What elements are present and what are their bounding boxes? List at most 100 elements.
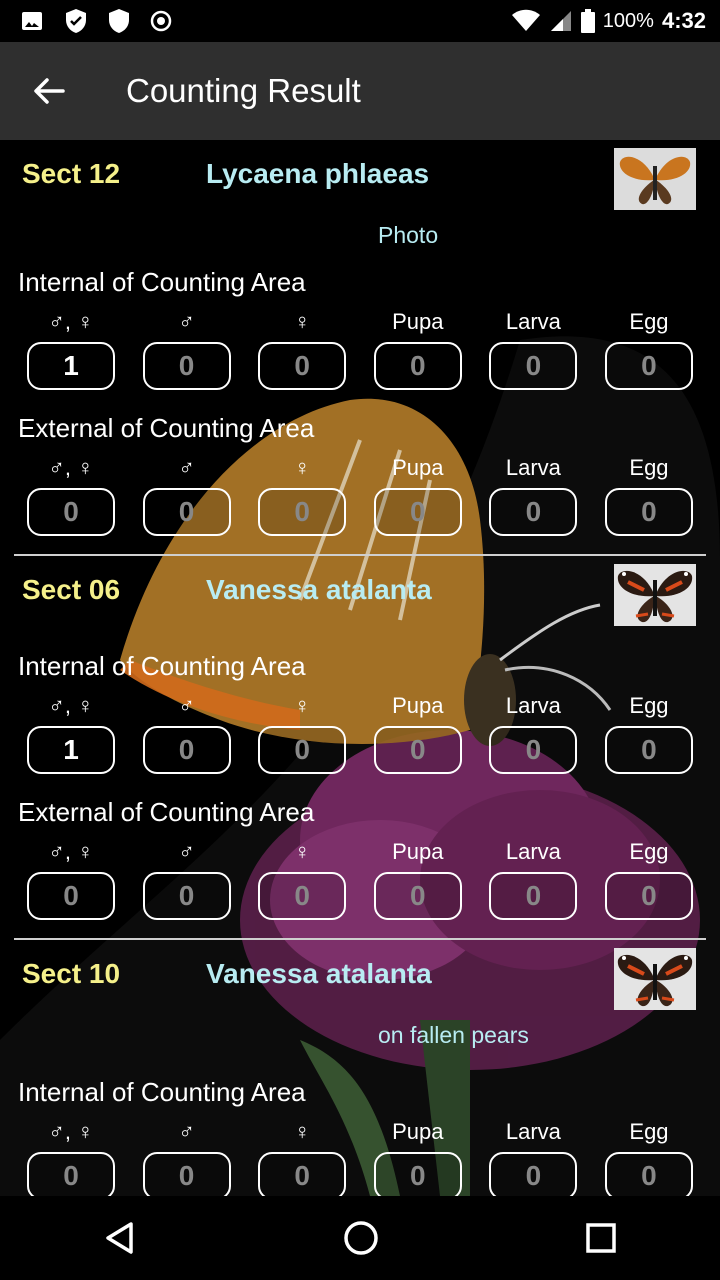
record-note: Photo: [378, 222, 439, 248]
app-bar: Counting Result: [0, 42, 720, 140]
count-field-larva[interactable]: 0: [489, 342, 578, 390]
count-field-male-female[interactable]: 0: [27, 872, 115, 920]
page-title: Counting Result: [126, 72, 361, 109]
col-label-egg: Egg: [629, 309, 669, 334]
col-label-male: ♂: [178, 455, 195, 480]
external-count-row: ♂, ♀ 0 ♂ 0 ♀ 0 Pupa 0 Larva 0 Egg 0: [14, 452, 706, 536]
count-field-egg[interactable]: 0: [604, 488, 693, 536]
count-field-larva[interactable]: 0: [489, 726, 578, 774]
nav-back-button[interactable]: [103, 1221, 137, 1255]
col-label-male: ♂: [178, 1119, 195, 1144]
count-field-pupa[interactable]: 0: [373, 872, 462, 920]
external-count-row: ♂, ♀ 0 ♂ 0 ♀ 0 Pupa 0 Larva 0 Egg 0: [14, 836, 706, 920]
col-label-female: ♀: [293, 1119, 311, 1144]
external-area-label: External of Counting Area: [18, 413, 315, 443]
section-label: Sect 06: [22, 574, 121, 605]
species-name[interactable]: Vanessa atalanta: [206, 958, 432, 990]
count-field-larva[interactable]: 0: [489, 488, 578, 536]
col-label-larva: Larva: [505, 839, 561, 864]
count-field-male[interactable]: 0: [142, 726, 231, 774]
species-thumbnail[interactable]: [614, 564, 696, 626]
count-field-egg[interactable]: 0: [604, 1152, 693, 1196]
count-field-larva[interactable]: 0: [489, 872, 578, 920]
species-name[interactable]: Vanessa atalanta: [206, 574, 432, 606]
back-button[interactable]: [0, 42, 98, 140]
clock: 4:32: [661, 8, 706, 33]
col-label-egg: Egg: [629, 839, 669, 864]
count-field-female[interactable]: 0: [258, 726, 347, 774]
nav-recents-button[interactable]: [585, 1222, 617, 1254]
col-label-egg: Egg: [629, 693, 669, 718]
count-field-pupa[interactable]: 0: [373, 342, 462, 390]
count-field-male-female[interactable]: 0: [27, 1152, 115, 1196]
count-field-male-female[interactable]: 1: [27, 342, 115, 390]
count-field-male-female[interactable]: 1: [27, 726, 115, 774]
internal-count-row: ♂, ♀ 1 ♂ 0 ♀ 0 Pupa 0 Larva 0 Egg 0: [14, 306, 706, 390]
count-field-egg[interactable]: 0: [604, 726, 693, 774]
internal-count-row: ♂, ♀ 1 ♂ 0 ♀ 0 Pupa 0 Larva 0 Egg 0: [14, 690, 706, 774]
circle-home-icon: [344, 1221, 378, 1255]
count-field-pupa[interactable]: 0: [373, 726, 462, 774]
shield-icon: [108, 8, 130, 34]
record-item[interactable]: Sect 12 Lycaena phlaeas Photo Internal o…: [0, 140, 720, 556]
external-area-label: External of Counting Area: [18, 797, 315, 827]
col-label-egg: Egg: [629, 1119, 669, 1144]
col-label-larva: Larva: [505, 693, 561, 718]
record-item[interactable]: Sect 10 Vanessa atalanta on fallen pears…: [0, 940, 720, 1196]
count-field-female[interactable]: 0: [258, 488, 347, 536]
count-field-male[interactable]: 0: [142, 872, 231, 920]
col-label-larva: Larva: [505, 309, 561, 334]
wifi-icon: [511, 9, 541, 33]
col-label-female: ♀: [293, 693, 311, 718]
count-field-female[interactable]: 0: [258, 1152, 347, 1196]
col-label-male-female: ♂, ♀: [48, 839, 94, 864]
section-label: Sect 10: [22, 958, 121, 989]
col-label-male-female: ♂, ♀: [48, 309, 94, 334]
count-field-male-female[interactable]: 0: [27, 488, 115, 536]
shield-check-icon: [64, 8, 88, 34]
battery-icon: [580, 9, 595, 33]
count-field-male[interactable]: 0: [142, 1152, 231, 1196]
signal-icon: [549, 9, 573, 33]
section-label: Sect 12: [22, 158, 121, 189]
count-field-female[interactable]: 0: [258, 342, 347, 390]
species-thumbnail[interactable]: [614, 148, 696, 210]
count-field-pupa[interactable]: 0: [373, 488, 462, 536]
internal-area-label: Internal of Counting Area: [18, 1077, 306, 1107]
col-label-male: ♂: [178, 309, 195, 334]
count-field-egg[interactable]: 0: [604, 342, 693, 390]
internal-area-label: Internal of Counting Area: [18, 267, 306, 297]
internal-area-label: Internal of Counting Area: [18, 651, 306, 681]
col-label-pupa: Pupa: [392, 1119, 444, 1144]
count-field-egg[interactable]: 0: [604, 872, 693, 920]
battery-percent: 100%: [602, 9, 654, 32]
count-field-male[interactable]: 0: [142, 342, 231, 390]
col-label-larva: Larva: [505, 455, 561, 480]
col-label-larva: Larva: [505, 1119, 561, 1144]
col-label-female: ♀: [293, 839, 311, 864]
col-label-female: ♀: [293, 309, 311, 334]
col-label-pupa: Pupa: [392, 309, 444, 334]
col-label-egg: Egg: [629, 455, 669, 480]
col-label-male-female: ♂, ♀: [48, 455, 94, 480]
count-field-male[interactable]: 0: [142, 488, 231, 536]
species-thumbnail[interactable]: [614, 948, 696, 1010]
nav-home-button[interactable]: [343, 1220, 379, 1256]
col-label-male: ♂: [178, 693, 195, 718]
col-label-male-female: ♂, ♀: [48, 1119, 94, 1144]
count-field-larva[interactable]: 0: [489, 1152, 578, 1196]
col-label-pupa: Pupa: [392, 693, 444, 718]
internal-count-row: ♂, ♀ 0 ♂ 0 ♀ 0 Pupa 0 Larva 0 Egg 0: [14, 1116, 706, 1196]
count-field-pupa[interactable]: 0: [373, 1152, 462, 1196]
result-list-container[interactable]: Sect 12 Lycaena phlaeas Photo Internal o…: [0, 140, 720, 1196]
count-field-female[interactable]: 0: [258, 872, 347, 920]
status-bar: 100% 4:32: [0, 0, 720, 42]
record-header: Sect 12 Lycaena phlaeas: [14, 140, 706, 212]
col-label-male-female: ♂, ♀: [48, 693, 94, 718]
species-name[interactable]: Lycaena phlaeas: [206, 158, 429, 190]
navigation-bar: [0, 1196, 720, 1280]
col-label-female: ♀: [293, 455, 311, 480]
square-recents-icon: [586, 1223, 616, 1253]
col-label-male: ♂: [178, 839, 195, 864]
record-item[interactable]: Sect 06 Vanessa atalanta Internal of Cou…: [0, 556, 720, 940]
